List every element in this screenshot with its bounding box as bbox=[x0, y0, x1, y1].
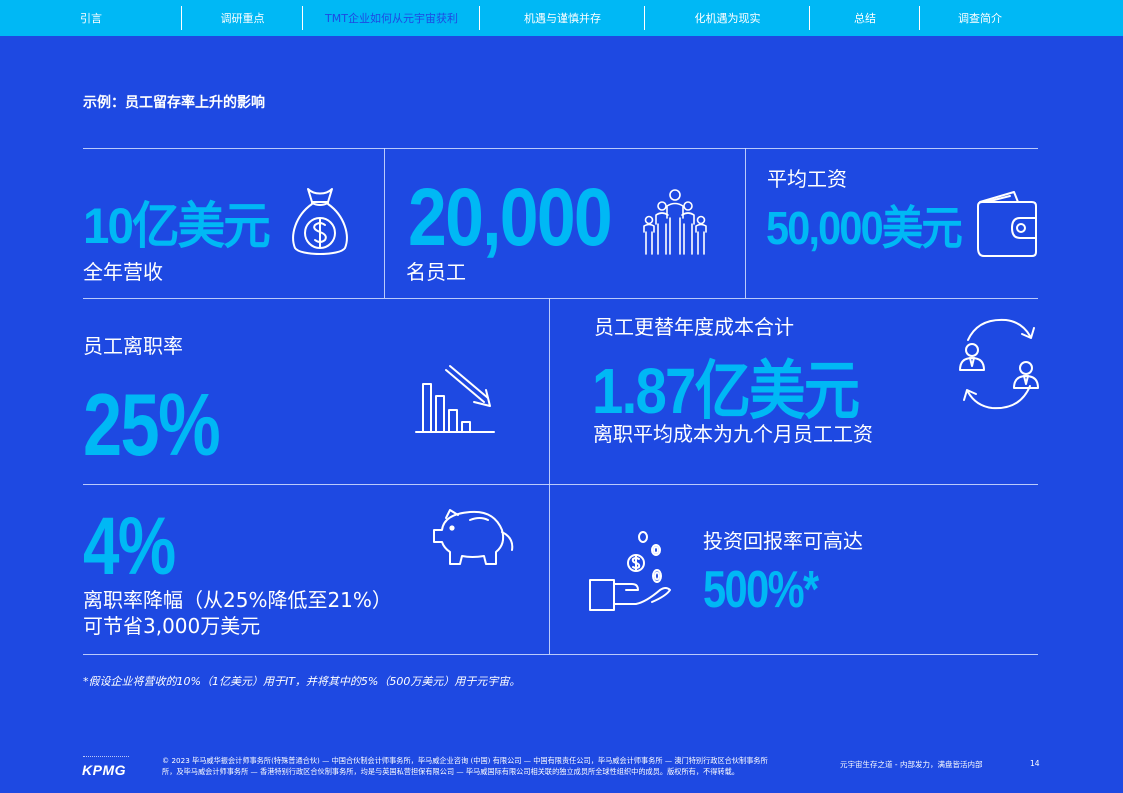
roi-value: 500%* bbox=[703, 561, 819, 619]
wallet-icon bbox=[974, 188, 1040, 258]
page-title: 示例：员工留存率上升的影响 bbox=[83, 95, 265, 111]
turnover-label: 员工离职率 bbox=[83, 334, 183, 358]
employees-value: 20,000 bbox=[408, 172, 613, 263]
revenue-label: 全年营收 bbox=[83, 260, 163, 284]
kpmg-logo: KPMG bbox=[82, 762, 126, 778]
grid-divider-2 bbox=[745, 148, 746, 298]
legal-line-1: © 2023 毕马威华振会计师事务所(特殊普通合伙) — 中国合伙制会计师事务所… bbox=[162, 756, 768, 765]
grid-line-row2 bbox=[83, 484, 1038, 485]
nav-item-summary[interactable]: 总结 bbox=[810, 0, 920, 36]
piggy-bank-icon bbox=[430, 502, 516, 570]
salary-value: 50,000美元 bbox=[766, 202, 963, 254]
nav-item-make-reality[interactable]: 化机遇为现实 bbox=[645, 0, 810, 36]
money-bag-icon bbox=[288, 184, 352, 260]
grid-line-bottom bbox=[83, 654, 1038, 655]
nav-item-survey-intro[interactable]: 调查简介 bbox=[920, 0, 1040, 36]
nav-item-research-focus[interactable]: 调研重点 bbox=[182, 0, 303, 36]
grid-divider-3 bbox=[549, 298, 550, 654]
savings-line2: 可节省3,000万美元 bbox=[83, 614, 261, 638]
savings-value: 4% bbox=[83, 501, 176, 592]
nav-item-tmt-profit[interactable]: TMT企业如何从元宇宙获利 bbox=[303, 0, 480, 36]
logo-rule bbox=[83, 756, 129, 758]
legal-line-2: 所，及毕马威会计师事务所 — 香港特别行政区合伙制事务所，均是与英国私营担保有限… bbox=[162, 767, 739, 776]
grid-divider-1 bbox=[384, 148, 385, 298]
replacement-label: 员工更替年度成本合计 bbox=[594, 315, 794, 339]
nav-item-intro[interactable]: 引言 bbox=[0, 0, 182, 36]
declining-bar-chart-icon bbox=[414, 364, 496, 436]
employee-exchange-icon bbox=[954, 314, 1044, 414]
turnover-value: 25% bbox=[83, 375, 221, 474]
grid-line-row1 bbox=[83, 298, 1038, 299]
report-title: 元宇宙生存之道 - 内部发力，满盘皆活内部 bbox=[840, 760, 983, 769]
replacement-note: 离职平均成本为九个月员工工资 bbox=[593, 422, 873, 446]
salary-label: 平均工资 bbox=[767, 167, 847, 191]
top-nav: 引言 调研重点 TMT企业如何从元宇宙获利 机遇与谨慎并存 化机遇为现实 总结 … bbox=[0, 0, 1123, 36]
roi-label: 投资回报率可高达 bbox=[703, 529, 863, 553]
revenue-value: 10亿美元 bbox=[83, 198, 271, 254]
nav-item-opportunity-caution[interactable]: 机遇与谨慎并存 bbox=[480, 0, 645, 36]
legal-notice: © 2023 毕马威华振会计师事务所(特殊普通合伙) — 中国合伙制会计师事务所… bbox=[162, 755, 822, 777]
grid-line-top bbox=[83, 148, 1038, 149]
hand-with-coins-icon bbox=[586, 528, 676, 614]
footnote: *假设企业将营收的10%（1亿美元）用于IT，并将其中的5%（500万美元）用于… bbox=[83, 675, 521, 688]
employees-label: 名员工 bbox=[406, 260, 466, 284]
savings-line1: 离职率降幅（从25%降低至21%） bbox=[83, 588, 392, 612]
page-number: 14 bbox=[1030, 759, 1040, 768]
group-of-people-icon bbox=[640, 188, 710, 258]
